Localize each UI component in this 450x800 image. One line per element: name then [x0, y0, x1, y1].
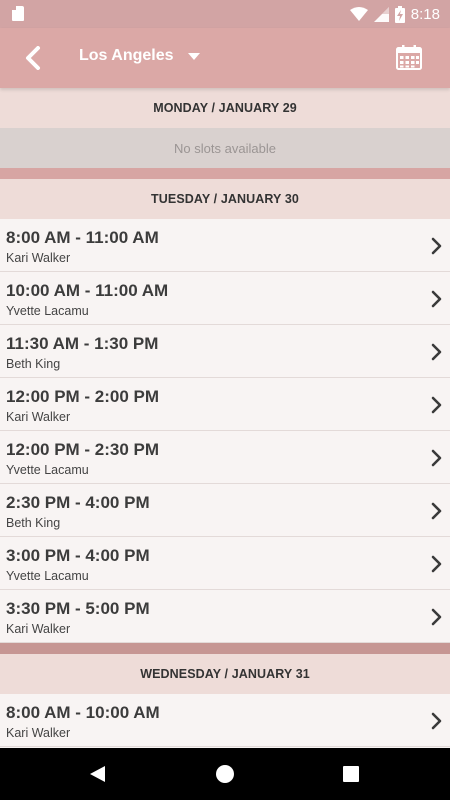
chevron-left-icon: [26, 46, 40, 70]
chevron-right-icon: [431, 608, 442, 626]
no-slots-message: No slots available: [0, 128, 450, 168]
calendar-button[interactable]: [396, 44, 422, 70]
slot-row[interactable]: 12:00 PM - 2:00 PM Kari Walker: [0, 378, 450, 431]
chevron-right-icon: [431, 555, 442, 573]
section-divider: [0, 168, 450, 179]
day-header-tuesday: TUESDAY / JANUARY 30: [0, 179, 450, 219]
slot-time: 3:30 PM - 5:00 PM: [6, 599, 150, 618]
app-bar: Los Angeles: [0, 28, 450, 88]
slot-time: 10:00 AM - 11:00 AM: [6, 281, 169, 300]
day-header-wednesday: WEDNESDAY / JANUARY 31: [0, 654, 450, 694]
city-label: Los Angeles: [79, 47, 174, 64]
section-divider: [0, 643, 450, 654]
sd-card-icon: [12, 6, 24, 21]
nav-home-icon[interactable]: [216, 765, 234, 783]
slot-time: 12:00 PM - 2:00 PM: [6, 387, 160, 406]
slot-row[interactable]: 10:00 AM - 11:00 AM Yvette Lacamu: [0, 272, 450, 325]
back-button[interactable]: [18, 42, 48, 74]
chevron-right-icon: [431, 343, 442, 361]
system-nav-bar: [0, 748, 450, 800]
slot-staff-name: Kari Walker: [6, 622, 71, 636]
nav-recents-icon[interactable]: [343, 766, 359, 782]
slot-time: 11:30 AM - 1:30 PM: [6, 334, 159, 353]
slot-staff-name: Kari Walker: [6, 251, 71, 265]
slot-row[interactable]: 3:30 PM - 5:00 PM Kari Walker: [0, 590, 450, 643]
chevron-right-icon: [431, 449, 442, 467]
slot-row[interactable]: 3:00 PM - 4:00 PM Yvette Lacamu: [0, 537, 450, 590]
slot-staff-name: Yvette Lacamu: [6, 304, 89, 318]
slot-time: 3:00 PM - 4:00 PM: [6, 546, 150, 565]
slot-staff-name: Kari Walker: [6, 726, 71, 740]
schedule-list[interactable]: MONDAY / JANUARY 29 No slots available T…: [0, 88, 450, 748]
slot-row[interactable]: 12:00 PM - 2:30 PM Yvette Lacamu: [0, 431, 450, 484]
calendar-icon: [396, 45, 422, 70]
slot-staff-name: Yvette Lacamu: [6, 463, 89, 477]
slot-time: 8:00 AM - 11:00 AM: [6, 228, 159, 247]
slot-time: 8:00 AM - 10:00 AM: [6, 703, 160, 722]
clock: 8:18: [410, 5, 440, 23]
nav-back-icon[interactable]: [90, 766, 105, 782]
battery-charging-icon: [394, 5, 405, 23]
slot-row[interactable]: 11:30 AM - 1:30 PM Beth King: [0, 325, 450, 378]
slot-staff-name: Yvette Lacamu: [6, 569, 89, 583]
status-icons: 8:18: [349, 4, 440, 24]
slot-staff-name: Beth King: [6, 357, 61, 371]
wifi-icon: [349, 7, 368, 21]
slot-time: 2:30 PM - 4:00 PM: [6, 493, 150, 512]
chevron-right-icon: [431, 712, 442, 730]
chevron-right-icon: [431, 502, 442, 520]
chevron-right-icon: [431, 237, 442, 255]
chevron-right-icon: [431, 396, 442, 414]
slot-row[interactable]: 2:30 PM - 4:00 PM Beth King: [0, 484, 450, 537]
slot-time: 12:00 PM - 2:30 PM: [6, 440, 160, 459]
signal-icon: [373, 6, 389, 22]
slot-staff-name: Kari Walker: [6, 410, 71, 424]
chevron-right-icon: [431, 290, 442, 308]
day-header-monday: MONDAY / JANUARY 29: [0, 88, 450, 128]
slot-staff-name: Beth King: [6, 516, 61, 530]
slot-row[interactable]: 8:00 AM - 10:00 AM Kari Walker: [0, 694, 450, 747]
status-bar: 8:18: [0, 0, 450, 28]
caret-down-icon: [187, 52, 200, 60]
city-selector[interactable]: Los Angeles: [79, 47, 200, 65]
slot-row[interactable]: 8:00 AM - 11:00 AM Kari Walker: [0, 219, 450, 272]
